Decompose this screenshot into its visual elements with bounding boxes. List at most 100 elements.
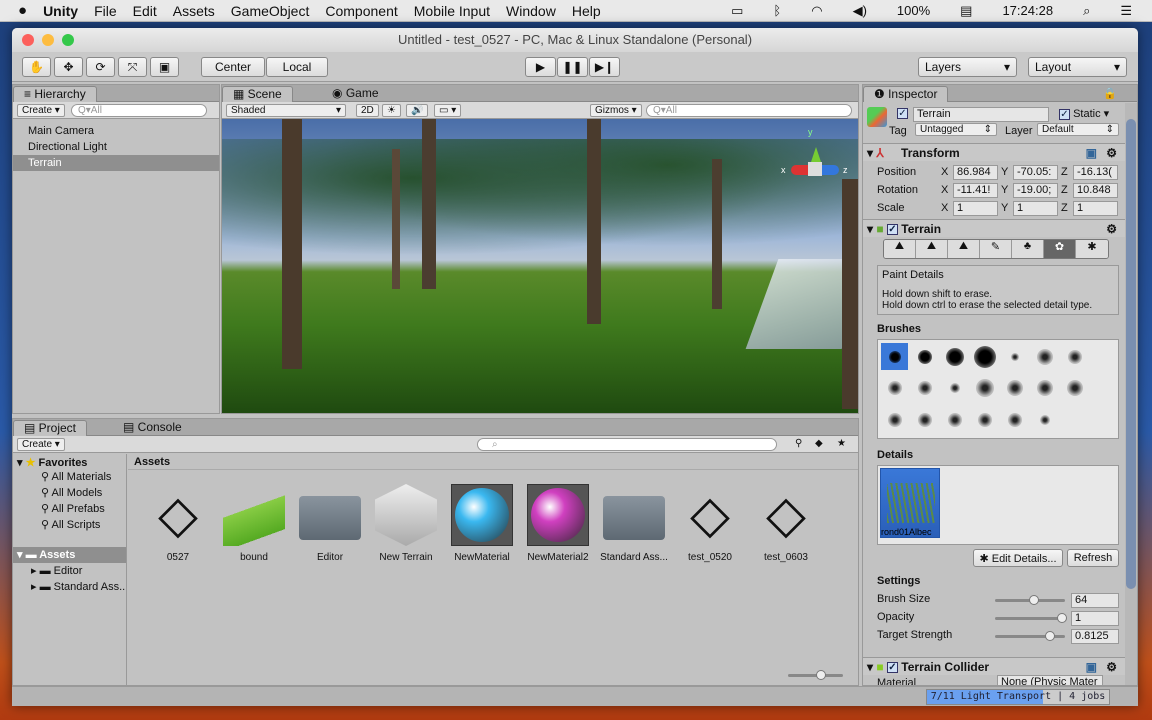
play-button[interactable]: ▶ bbox=[525, 57, 556, 77]
asset-item[interactable]: New Terrain bbox=[370, 484, 442, 563]
fav-item[interactable]: ⚲ All Prefabs bbox=[13, 501, 126, 517]
brush-swatch[interactable] bbox=[1061, 375, 1088, 402]
icon-size-slider[interactable] bbox=[788, 670, 843, 680]
scale-x-field[interactable]: 1 bbox=[953, 201, 998, 216]
asset-item[interactable]: bound bbox=[218, 484, 290, 563]
battery-text[interactable]: 100% bbox=[897, 3, 930, 19]
paint-details-tool[interactable]: ✿ bbox=[1044, 240, 1076, 258]
audio-toggle[interactable]: 🔊 bbox=[406, 104, 429, 117]
rotate-tool-button[interactable]: ⟳ bbox=[86, 57, 115, 77]
help-icon[interactable]: ▣ bbox=[1086, 146, 1097, 160]
fav-item[interactable]: ⚲ All Scripts bbox=[13, 517, 126, 533]
menu-gameobject[interactable]: GameObject bbox=[231, 3, 310, 19]
asset-item[interactable]: ◇ test_0520 bbox=[674, 484, 746, 563]
setting-value-field[interactable]: 0.8125 bbox=[1071, 629, 1119, 644]
lighting-toggle[interactable]: ☀ bbox=[382, 104, 401, 117]
2d-toggle[interactable]: 2D bbox=[356, 104, 379, 117]
terrain-header[interactable]: ▾ ■ ✓ Terrain ⚙ bbox=[863, 219, 1125, 237]
scale-tool-button[interactable]: ⤧ bbox=[118, 57, 147, 77]
list-icon[interactable]: ☰ bbox=[1120, 3, 1132, 19]
pause-button[interactable]: ❚❚ bbox=[557, 57, 588, 77]
scale-z-field[interactable]: 1 bbox=[1073, 201, 1118, 216]
lock-icon[interactable]: 🔒 bbox=[1103, 87, 1117, 100]
local-button[interactable]: Local bbox=[266, 57, 328, 77]
step-button[interactable]: ▶❙ bbox=[589, 57, 620, 77]
menu-assets[interactable]: Assets bbox=[173, 3, 215, 19]
asset-item[interactable]: NewMaterial bbox=[446, 484, 518, 563]
filter-type-icon[interactable]: ⚲ bbox=[795, 438, 802, 449]
wifi-icon[interactable]: ◠ bbox=[811, 3, 822, 19]
tab-hierarchy[interactable]: ≡ Hierarchy bbox=[13, 86, 97, 102]
brush-swatch[interactable] bbox=[941, 343, 968, 370]
asset-item[interactable]: Editor bbox=[294, 484, 366, 563]
menu-help[interactable]: Help bbox=[572, 3, 601, 19]
brush-swatch[interactable] bbox=[911, 343, 938, 370]
brush-swatch[interactable] bbox=[971, 343, 998, 370]
effects-dropdown[interactable]: ▭ ▾ bbox=[434, 104, 462, 117]
fav-item[interactable]: ⚲ All Models bbox=[13, 485, 126, 501]
hierarchy-search[interactable]: Q▾All bbox=[71, 104, 207, 117]
scene-gizmo[interactable]: y x z bbox=[777, 127, 852, 197]
gizmo-axis-y[interactable]: y bbox=[808, 127, 813, 137]
brush-swatch[interactable] bbox=[1001, 406, 1028, 433]
minimize-button[interactable] bbox=[42, 34, 54, 46]
gizmo-axis-z[interactable]: z bbox=[843, 165, 848, 175]
rotation-x-field[interactable]: -11.41! bbox=[953, 183, 998, 198]
hierarchy-item[interactable]: Main Camera bbox=[13, 123, 219, 139]
airplay-icon[interactable]: ▭ bbox=[731, 3, 743, 19]
tab-console[interactable]: ▤ Console bbox=[113, 420, 192, 436]
detail-grass-thumbnail[interactable]: rond01Albec bbox=[880, 468, 940, 538]
tab-game[interactable]: ◉ Game bbox=[322, 86, 389, 102]
scene-viewport[interactable]: y x z bbox=[222, 119, 858, 413]
zoom-button[interactable] bbox=[62, 34, 74, 46]
brush-swatch[interactable] bbox=[971, 375, 998, 402]
gear-icon[interactable]: ⚙ bbox=[1106, 660, 1117, 674]
menu-component[interactable]: Component bbox=[325, 3, 397, 19]
terrain-settings-tool[interactable]: ✱ bbox=[1076, 240, 1108, 258]
folder-item[interactable]: ▸ ▬ Standard Ass... bbox=[13, 579, 126, 595]
project-create-dropdown[interactable]: Create ▾ bbox=[17, 438, 65, 451]
favorites-folder[interactable]: ▾ ★ Favorites bbox=[13, 454, 126, 469]
inspector-scrollbar[interactable] bbox=[1125, 103, 1137, 685]
bluetooth-icon[interactable]: ᛒ bbox=[773, 3, 781, 19]
setting-value-field[interactable]: 64 bbox=[1071, 593, 1119, 608]
brush-swatch[interactable] bbox=[1031, 375, 1058, 402]
shading-dropdown[interactable]: Shaded ▾ bbox=[226, 104, 346, 117]
setting-value-field[interactable]: 1 bbox=[1071, 611, 1119, 626]
hierarchy-item[interactable]: Terrain bbox=[13, 155, 219, 171]
rotation-z-field[interactable]: 10.848 bbox=[1073, 183, 1118, 198]
hierarchy-item[interactable]: Directional Light bbox=[13, 139, 219, 155]
transform-header[interactable]: ▾ ⅄ Transform ▣ ⚙ bbox=[863, 143, 1125, 161]
layers-dropdown[interactable]: Layers ▾ bbox=[918, 57, 1017, 77]
paint-height-tool[interactable]: ⛰ bbox=[916, 240, 948, 258]
center-button[interactable]: Center bbox=[201, 57, 265, 77]
fav-item[interactable]: ⚲ All Materials bbox=[13, 469, 126, 485]
position-z-field[interactable]: -16.13( bbox=[1073, 165, 1118, 180]
layout-dropdown[interactable]: Layout ▾ bbox=[1028, 57, 1127, 77]
volume-icon[interactable]: ◀) bbox=[853, 3, 867, 19]
gear-icon[interactable]: ⚙ bbox=[1106, 146, 1117, 160]
asset-item[interactable]: ◇ test_0603 bbox=[750, 484, 822, 563]
menu-window[interactable]: Window bbox=[506, 3, 556, 19]
favorite-star-icon[interactable]: ★ bbox=[837, 438, 846, 449]
position-x-field[interactable]: 86.984 bbox=[953, 165, 998, 180]
brush-swatch[interactable] bbox=[911, 375, 938, 402]
help-icon[interactable]: ▣ bbox=[1086, 660, 1097, 674]
brush-swatch[interactable] bbox=[1031, 343, 1058, 370]
scene-search[interactable]: Q▾All bbox=[646, 104, 852, 117]
static-toggle[interactable]: ✓ Static ▾ bbox=[1059, 107, 1109, 120]
object-name-field[interactable]: Terrain bbox=[913, 107, 1049, 122]
flag-icon[interactable]: ▤ bbox=[960, 3, 972, 19]
apple-icon[interactable]: ● bbox=[18, 2, 27, 19]
material-field[interactable]: None (Physic Mater bbox=[997, 675, 1103, 685]
setting-slider[interactable] bbox=[995, 613, 1067, 623]
asset-item[interactable]: ◇ 0527 bbox=[142, 484, 214, 563]
move-tool-button[interactable]: ✥ bbox=[54, 57, 83, 77]
brush-swatch[interactable] bbox=[971, 406, 998, 433]
gear-icon[interactable]: ⚙ bbox=[1106, 222, 1117, 236]
hand-tool-button[interactable]: ✋ bbox=[22, 57, 51, 77]
close-button[interactable] bbox=[22, 34, 34, 46]
rect-tool-button[interactable]: ▣ bbox=[150, 57, 179, 77]
create-dropdown[interactable]: Create ▾ bbox=[17, 104, 65, 117]
gizmo-axis-x[interactable]: x bbox=[781, 165, 786, 175]
